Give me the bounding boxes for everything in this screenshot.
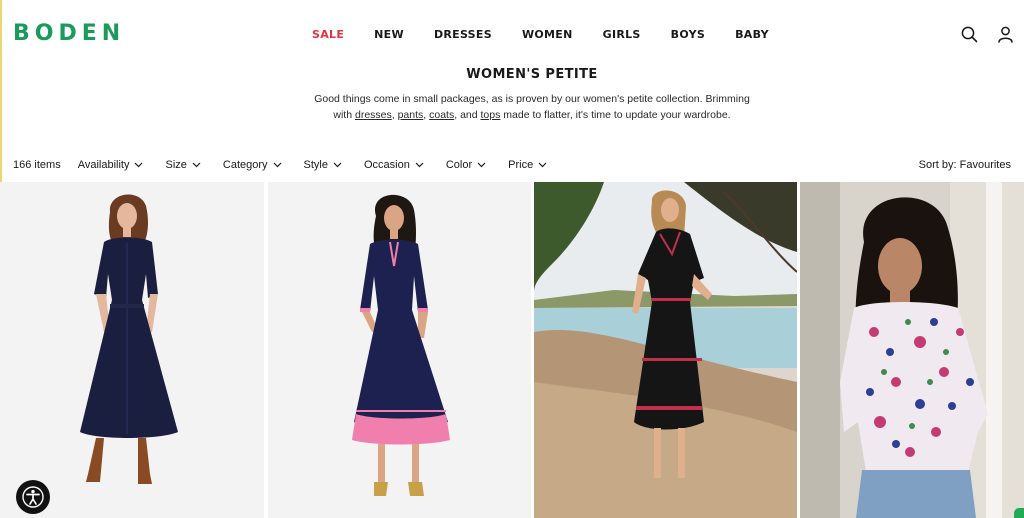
chevron-down-icon bbox=[273, 162, 281, 168]
filter-label: Availability bbox=[77, 159, 130, 171]
product-card-navy-pink-trim-dress[interactable] bbox=[268, 182, 531, 518]
filter-label: Color bbox=[445, 159, 473, 171]
nav-item-sale[interactable]: SALE bbox=[312, 27, 344, 43]
filter-label: Size bbox=[165, 159, 187, 171]
product-grid bbox=[0, 182, 1024, 518]
product-image bbox=[800, 182, 1024, 518]
nav-item-baby[interactable]: BABY bbox=[735, 27, 769, 43]
filter-style[interactable]: Style bbox=[304, 159, 342, 171]
product-image bbox=[268, 182, 531, 518]
chevron-down-icon bbox=[477, 162, 486, 168]
item-count: 166 items bbox=[13, 159, 61, 171]
nav-item-boys[interactable]: BOYS bbox=[671, 27, 705, 43]
product-image bbox=[534, 182, 797, 518]
nav-item-girls[interactable]: GIRLS bbox=[603, 27, 641, 43]
main-nav: SALE NEW DRESSES WOMEN GIRLS BOYS BABY bbox=[312, 27, 799, 43]
filter-size[interactable]: Size bbox=[165, 159, 201, 171]
filter-label: Style bbox=[303, 159, 328, 171]
chevron-down-icon bbox=[135, 162, 143, 168]
product-card-black-embroidered-dress[interactable] bbox=[534, 182, 797, 518]
boden-logo[interactable]: BODEN bbox=[13, 22, 125, 46]
intro-link-dresses[interactable]: dresses bbox=[355, 109, 392, 121]
filter-category[interactable]: Category bbox=[223, 159, 282, 171]
filter-price[interactable]: Price bbox=[508, 159, 547, 171]
category-intro: Good things come in small packages, as i… bbox=[310, 91, 754, 123]
filter-bar: 166 items Availability Size Category Sty… bbox=[13, 157, 569, 173]
search-icon[interactable] bbox=[959, 24, 979, 44]
sort-dropdown[interactable]: Sort by: Favourites bbox=[919, 157, 1011, 173]
chevron-down-icon bbox=[192, 162, 201, 168]
intro-and: , and bbox=[454, 109, 481, 121]
account-icon[interactable] bbox=[995, 24, 1015, 44]
product-image bbox=[0, 182, 264, 518]
accessibility-icon[interactable] bbox=[16, 480, 50, 514]
intro-line-1: Good things come in small packages, as i… bbox=[314, 93, 750, 105]
site-header: BODEN SALE NEW DRESSES WOMEN GIRLS BOYS … bbox=[0, 0, 1024, 68]
intro-tail: made to flatter, it's time to update you… bbox=[500, 109, 731, 121]
page-title: WOMEN'S PETITE bbox=[466, 67, 598, 82]
filter-availability[interactable]: Availability bbox=[78, 159, 144, 171]
filter-label: Price bbox=[508, 159, 534, 171]
product-card-navy-shirt-dress[interactable] bbox=[0, 182, 264, 518]
filter-label: Occasion bbox=[364, 159, 410, 171]
chevron-down-icon bbox=[538, 162, 547, 168]
chevron-down-icon bbox=[333, 162, 342, 168]
product-card-floral-blouse[interactable] bbox=[800, 182, 1024, 518]
header-icons bbox=[954, 24, 1024, 44]
nav-item-new[interactable]: NEW bbox=[374, 27, 404, 43]
intro-with: with bbox=[333, 109, 355, 121]
intro-link-pants[interactable]: pants bbox=[398, 109, 424, 121]
filter-label: Category bbox=[222, 159, 268, 171]
intro-link-tops[interactable]: tops bbox=[481, 109, 501, 121]
nav-item-women[interactable]: WOMEN bbox=[522, 27, 573, 43]
chevron-down-icon bbox=[415, 162, 424, 168]
nav-item-dresses[interactable]: DRESSES bbox=[434, 27, 492, 43]
filter-occasion[interactable]: Occasion bbox=[364, 159, 424, 171]
intro-link-coats[interactable]: coats bbox=[429, 109, 454, 121]
chat-widget-corner[interactable] bbox=[1014, 508, 1024, 518]
filter-color[interactable]: Color bbox=[446, 159, 486, 171]
